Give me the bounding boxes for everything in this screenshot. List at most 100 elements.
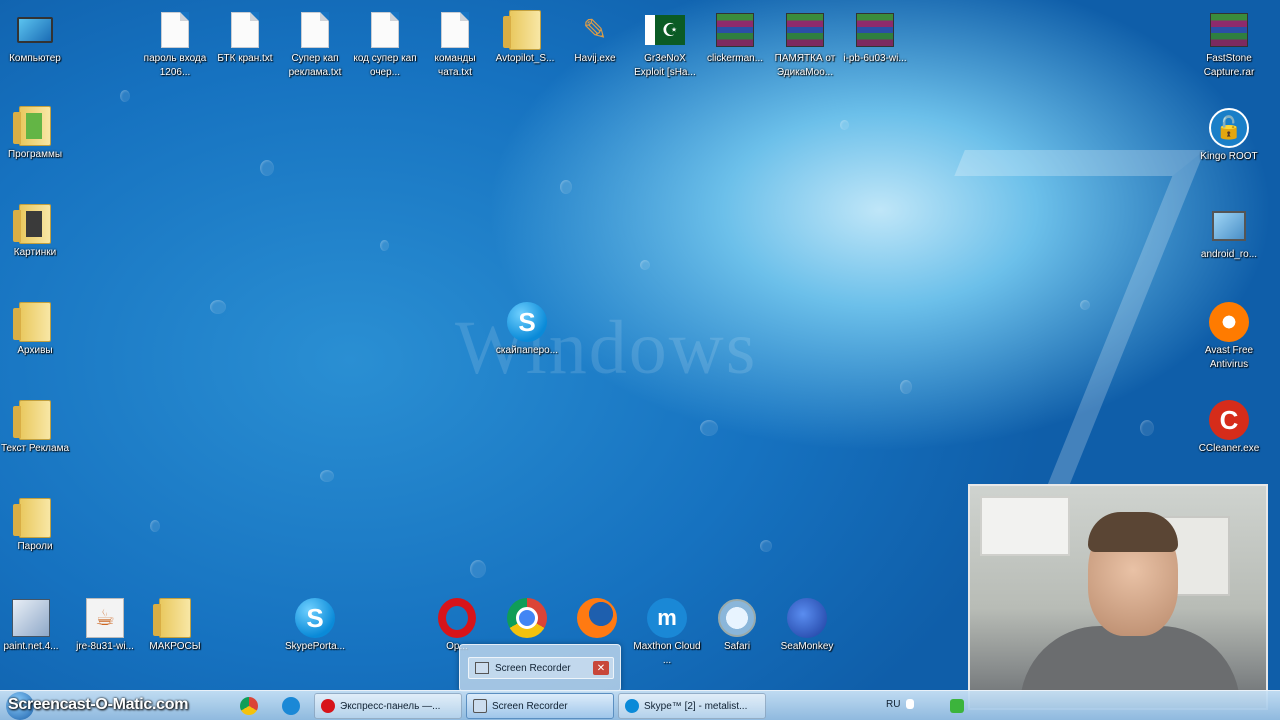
desktop-icon-archives[interactable]: Архивы: [0, 302, 72, 358]
havij-icon: ✎: [582, 13, 608, 47]
text-file-icon: [301, 12, 329, 48]
computer-setup-icon: [1212, 211, 1246, 241]
taskbar-preview-popup[interactable]: Screen Recorder ✕: [459, 644, 621, 692]
opera-icon: [321, 699, 335, 713]
desktop-icon-passwords[interactable]: Пароли: [0, 498, 72, 554]
desktop-icon-label: paint.net.4...: [3, 641, 59, 652]
desktop-icon-pamyatka[interactable]: ПАМЯТКА от ЭдикаMoo...: [768, 10, 842, 80]
taskbar-item-opera[interactable]: Экспресс-панель —...: [314, 693, 462, 719]
desktop-icon-paint-net[interactable]: paint.net.4...: [0, 598, 68, 654]
paint-net-icon: [12, 599, 50, 637]
desktop-icon-label: Супер кап реклама.txt: [288, 53, 342, 78]
desktop-icon-password-file[interactable]: пароль входа 1206...: [138, 10, 212, 80]
desktop-icon-label: SeaMonkey: [780, 641, 834, 652]
chrome-icon: [507, 598, 547, 638]
desktop-icon-label: скайпаперо...: [495, 345, 559, 356]
desktop-icon-btk-file[interactable]: БТК кран.txt: [208, 10, 282, 66]
desktop-icon-label: FastStone Capture.rar: [1203, 53, 1255, 78]
text-file-icon: [161, 12, 189, 48]
desktop-icon-maxthon[interactable]: m Maxthon Cloud ...: [630, 598, 704, 668]
desktop-icon-label: Avast Free Antivirus: [1204, 345, 1254, 370]
desktop-icon-label: МАКРОСЫ: [149, 641, 201, 652]
tray-app-icon[interactable]: [950, 699, 964, 713]
taskbar-item-label: Screen Recorder: [492, 700, 568, 712]
close-icon[interactable]: ✕: [593, 661, 609, 675]
desktop-icon-label: пароль входа 1206...: [143, 53, 207, 78]
skype-icon: [625, 699, 639, 713]
desktop-icon-skype-center[interactable]: S скайпаперо...: [490, 302, 564, 358]
help-icon[interactable]: [906, 699, 914, 709]
desktop-icon-kingo-root[interactable]: 🔓 Kingo ROOT: [1192, 108, 1266, 164]
kingo-root-icon: 🔓: [1209, 108, 1249, 148]
desktop-icon-faststone[interactable]: FastStone Capture.rar: [1192, 10, 1266, 80]
text-file-icon: [371, 12, 399, 48]
desktop-icon-firefox[interactable]: [560, 598, 634, 638]
desktop-icon-macros[interactable]: МАКРОСЫ: [138, 598, 212, 654]
desktop-icon-super-cap-code-file[interactable]: код супер кап очер...: [348, 10, 422, 80]
desktop-icon-super-cap-ad-file[interactable]: Супер кап реклама.txt: [278, 10, 352, 80]
seamonkey-icon: [787, 598, 827, 638]
folder-icon: [153, 598, 191, 638]
desktop-icon-ccleaner[interactable]: C CCleaner.exe: [1192, 400, 1266, 456]
desktop-icon-label: БТК кран.txt: [217, 53, 273, 64]
folder-icon: [13, 106, 51, 146]
desktop-icon-skype-portable[interactable]: S SkypePorta...: [278, 598, 352, 654]
screen-recorder-icon: [473, 699, 487, 713]
firefox-icon: [577, 598, 617, 638]
desktop-icon-jre-archive[interactable]: i-pb-6u03-wi...: [838, 10, 912, 66]
desktop-icon-label: ПАМЯТКА от ЭдикаMoo...: [774, 53, 836, 78]
skype-icon: S: [507, 302, 547, 342]
preview-item-screen-recorder[interactable]: Screen Recorder ✕: [468, 657, 614, 679]
ccleaner-icon: C: [1209, 400, 1249, 440]
desktop-icon-label: Текст Реклама: [0, 443, 70, 454]
desktop-icon-pictures[interactable]: Картинки: [0, 204, 72, 260]
skype-icon: S: [295, 598, 335, 638]
desktop-icon-label: CCleaner.exe: [1198, 443, 1260, 454]
desktop-icon-label: Havij.exe: [574, 53, 616, 64]
maxthon-icon: m: [647, 598, 687, 638]
folder-icon: [13, 204, 51, 244]
desktop-icon-havij[interactable]: ✎ Havij.exe: [558, 10, 632, 66]
desktop-icon-computer[interactable]: Компьютер: [0, 10, 72, 66]
desktop-icon-label: Maxthon Cloud ...: [633, 641, 701, 666]
desktop-icon-label: Пароли: [17, 541, 53, 552]
desktop-icon-label: i-pb-6u03-wi...: [843, 53, 907, 64]
taskbar-item-skype[interactable]: Skype™ [2] - metalist...: [618, 693, 766, 719]
language-indicator[interactable]: RU: [886, 699, 900, 710]
taskbar-item-screen-recorder[interactable]: Screen Recorder: [466, 693, 614, 719]
java-icon: ☕: [86, 598, 124, 638]
desktop-icon-label: команды чата.txt: [434, 53, 476, 78]
desktop-icon-programs[interactable]: Программы: [0, 106, 72, 162]
desktop-icon-label: Программы: [7, 149, 63, 160]
desktop-icon-chrome[interactable]: [490, 598, 564, 638]
desktop-icon-safari[interactable]: Safari: [700, 598, 774, 654]
desktop-icon-label: Архивы: [17, 345, 53, 356]
text-file-icon: [231, 12, 259, 48]
maxthon-icon[interactable]: [282, 697, 300, 715]
desktop-icon-gr3enox[interactable]: ☪ Gr3eNoX Exploit [sHa...: [628, 10, 702, 80]
taskbar: Screencast-O-Matic.com Экспресс-панель —…: [0, 690, 1280, 720]
avast-icon: [1209, 302, 1249, 342]
winrar-icon: [786, 13, 824, 47]
desktop-icon-android-root[interactable]: android_ro...: [1192, 206, 1266, 262]
folder-icon: [13, 498, 51, 538]
chrome-icon[interactable]: [240, 697, 258, 715]
computer-icon: [17, 17, 53, 43]
desktop-icon-label: Компьютер: [9, 53, 61, 64]
desktop-icon-label: Avtopilot_S...: [495, 53, 555, 64]
desktop-icon-label: Safari: [723, 641, 751, 652]
desktop-icon-avast[interactable]: Avast Free Antivirus: [1192, 302, 1266, 372]
desktop-icon-clickerman[interactable]: clickerman...: [698, 10, 772, 66]
desktop-icon-label: clickerman...: [706, 53, 764, 64]
winrar-icon: [1210, 13, 1248, 47]
folder-icon: [13, 400, 51, 440]
desktop-icon-seamonkey[interactable]: SeaMonkey: [770, 598, 844, 654]
desktop-icon-jre[interactable]: ☕ jre-8u31-wi...: [68, 598, 142, 654]
taskbar-item-label: Экспресс-панель —...: [340, 700, 441, 712]
winrar-icon: [716, 13, 754, 47]
webcam-cabinet: [980, 496, 1070, 556]
desktop-icon-chat-commands-file[interactable]: команды чата.txt: [418, 10, 492, 80]
desktop-icon-text-ads[interactable]: Текст Реклама: [0, 400, 72, 456]
screen-recorder-icon: [475, 662, 489, 674]
desktop-icon-avtopilot[interactable]: Avtopilot_S...: [488, 10, 562, 66]
